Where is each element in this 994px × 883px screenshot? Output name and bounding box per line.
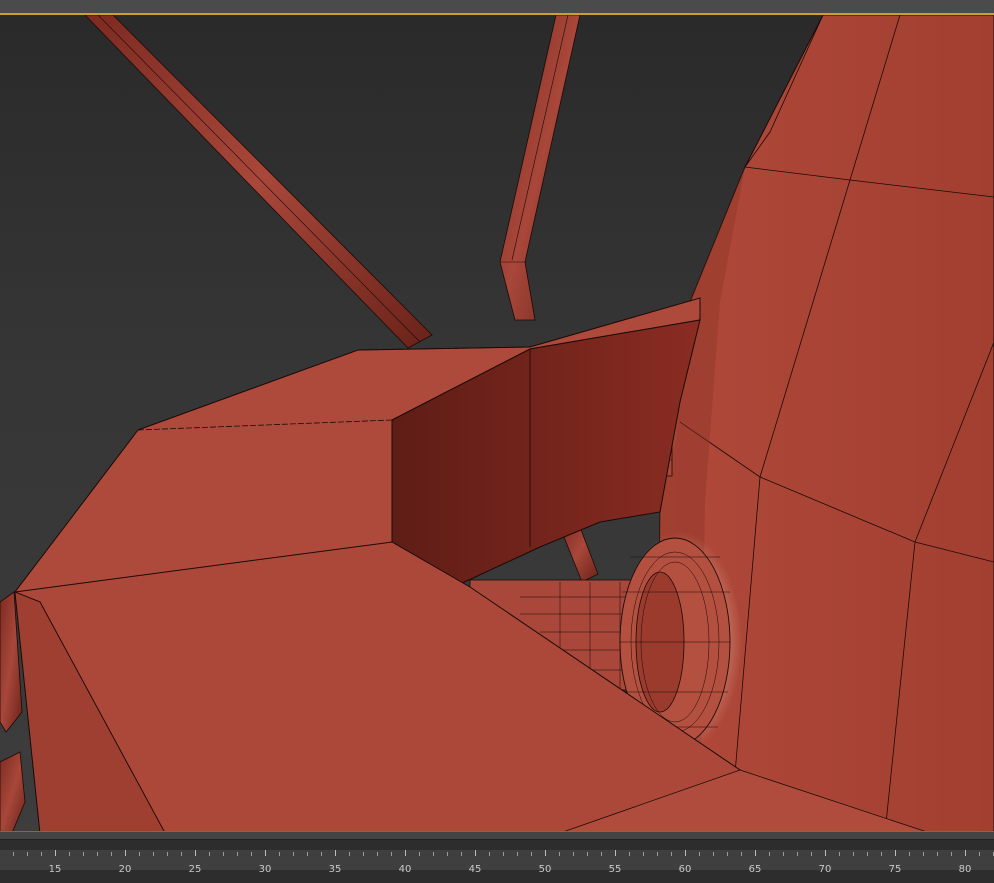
timeline-frame-label: 65 xyxy=(748,864,762,875)
timeline-tick xyxy=(909,852,910,856)
timeline-tick xyxy=(167,852,168,856)
timeline-tick xyxy=(699,852,700,856)
timeline-frame-label: 55 xyxy=(608,864,622,875)
timeline-track-bar[interactable]: 15 20 25 30 35 40 45 50 55 60 65 70 75 80 xyxy=(0,839,994,883)
timeline-tick xyxy=(587,852,588,856)
timeline-frame-label: 25 xyxy=(188,864,202,875)
timeline-tick xyxy=(531,852,532,856)
timeline-tick xyxy=(545,850,546,856)
timeline-tick xyxy=(937,852,938,856)
timeline-tick xyxy=(69,852,70,856)
timeline-tick xyxy=(783,852,784,856)
timeline-tick xyxy=(41,852,42,856)
timeline-tick xyxy=(965,850,966,856)
timeline-tick xyxy=(755,850,756,856)
timeline-tick xyxy=(685,850,686,856)
viewport-bottom-border xyxy=(0,831,994,839)
timeline-tick xyxy=(643,852,644,856)
timeline-tick xyxy=(433,852,434,856)
timeline-tick xyxy=(811,852,812,856)
timeline-tick xyxy=(867,852,868,856)
timeline-tick xyxy=(503,852,504,856)
timeline-tick xyxy=(293,852,294,856)
timeline-frame-label: 70 xyxy=(818,864,832,875)
timeline-tick xyxy=(153,852,154,856)
timeline-tick xyxy=(363,852,364,856)
timeline-tick xyxy=(55,850,56,856)
timeline-tick xyxy=(923,852,924,856)
timeline-frame-label: 40 xyxy=(398,864,412,875)
timeline-tick xyxy=(209,852,210,856)
timeline-tick xyxy=(419,852,420,856)
timeline-tick xyxy=(979,852,980,856)
timeline-tick xyxy=(727,852,728,856)
timeline-tick xyxy=(853,852,854,856)
timeline-frame-label: 20 xyxy=(118,864,132,875)
timeline-tick xyxy=(951,852,952,856)
timeline-tick xyxy=(895,850,896,856)
timeline-tick xyxy=(601,852,602,856)
timeline-tick xyxy=(615,850,616,856)
timeline-tick xyxy=(125,850,126,856)
timeline-tick xyxy=(405,850,406,856)
timeline-tick xyxy=(573,852,574,856)
timeline-tick xyxy=(181,852,182,856)
timeline-tick xyxy=(195,850,196,856)
timeline-frame-label: 15 xyxy=(48,864,62,875)
timeline-tick xyxy=(321,852,322,856)
strut-center xyxy=(499,15,581,321)
timeline-tick xyxy=(475,850,476,856)
timeline-tick xyxy=(839,852,840,856)
strut-left xyxy=(84,15,433,349)
timeline-tick xyxy=(797,852,798,856)
timeline-tick xyxy=(657,852,658,856)
timeline-tick xyxy=(391,852,392,856)
timeline-tick xyxy=(671,852,672,856)
viewport-scene xyxy=(0,15,994,831)
timeline-track[interactable] xyxy=(0,850,994,870)
timeline-tick xyxy=(97,852,98,856)
timeline-tick xyxy=(335,850,336,856)
timeline-tick xyxy=(139,852,140,856)
timeline-tick xyxy=(279,852,280,856)
timeline-tick xyxy=(881,852,882,856)
timeline-tick xyxy=(111,852,112,856)
timeline-tick xyxy=(27,852,28,856)
timeline-tick xyxy=(237,852,238,856)
timeline-frame-label: 45 xyxy=(468,864,482,875)
timeline-tick xyxy=(349,852,350,856)
timeline-frame-label: 30 xyxy=(258,864,272,875)
timeline-tick xyxy=(265,850,266,856)
timeline-tick xyxy=(447,852,448,856)
timeline-tick xyxy=(223,852,224,856)
timeline-tick xyxy=(13,852,14,856)
timeline-frame-label: 35 xyxy=(328,864,342,875)
timeline-tick xyxy=(307,852,308,856)
timeline-tick xyxy=(377,852,378,856)
timeline-tick xyxy=(825,850,826,856)
timeline-tick xyxy=(559,852,560,856)
timeline-frame-label: 75 xyxy=(888,864,902,875)
timeline-tick xyxy=(629,852,630,856)
timeline-tick xyxy=(461,852,462,856)
timeline-tick xyxy=(713,852,714,856)
timeline-frame-label: 60 xyxy=(678,864,692,875)
viewport-top-bar xyxy=(0,0,994,13)
timeline-frame-label: 50 xyxy=(538,864,552,875)
timeline-tick xyxy=(251,852,252,856)
perspective-viewport[interactable] xyxy=(0,13,994,831)
timeline-tick xyxy=(517,852,518,856)
timeline-tick xyxy=(489,852,490,856)
timeline-tick xyxy=(769,852,770,856)
timeline-frame-label: 80 xyxy=(958,864,972,875)
timeline-tick xyxy=(83,852,84,856)
timeline-tick xyxy=(741,852,742,856)
